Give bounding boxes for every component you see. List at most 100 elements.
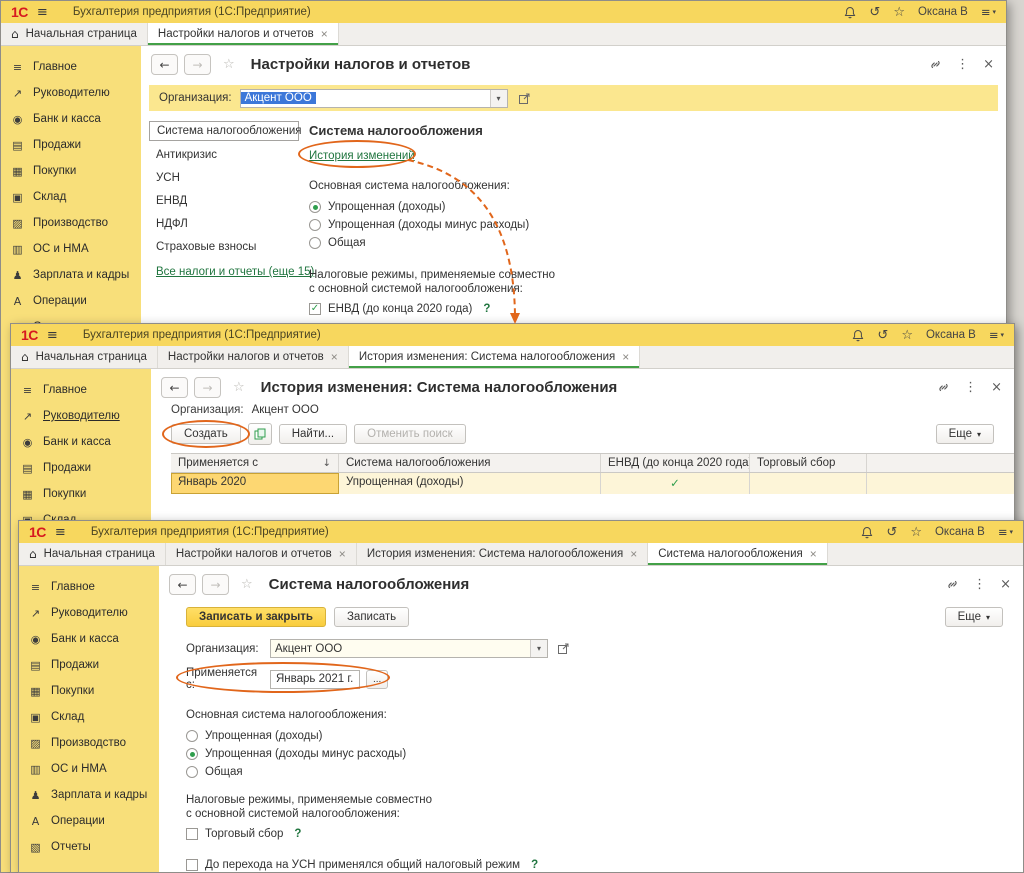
dropdown-icon[interactable]: ▾ [530,640,547,657]
tab-close-icon[interactable]: × [331,350,338,364]
close-window-icon[interactable]: × [983,57,994,72]
get-link-icon[interactable] [929,58,942,71]
sidebar-item-main[interactable]: ≡Главное [1,54,141,80]
more-dots-icon[interactable]: ⋮ [956,57,969,72]
checkbox-general-regime-before-usn[interactable]: До перехода на УСН применялся общий нало… [186,855,1023,873]
tab-tax-settings[interactable]: Настройки налогов и отчетов × [158,346,349,368]
sidebar-item-bank-cash[interactable]: ◉Банк и касса [19,626,159,652]
notifications-bell-icon[interactable] [852,329,864,342]
find-button[interactable]: Найти... [279,424,347,444]
back-button[interactable]: ← [161,377,188,398]
sidebar-item-production[interactable]: ▨Производство [1,210,141,236]
favorites-star-icon[interactable]: ☆ [893,5,905,20]
sidebar-item-sales[interactable]: ▤Продажи [11,455,151,481]
sidebar-item-manager[interactable]: ↗Руководителю [11,403,151,429]
column-tax-system[interactable]: Система налогообложения [339,454,601,472]
sidebar-item-production[interactable]: ▨Производство [19,730,159,756]
radio-general[interactable]: Общая [309,234,555,252]
user-name[interactable]: Оксана В [926,329,976,341]
open-organization-icon[interactable] [516,89,534,107]
tab-close-icon[interactable]: × [630,547,637,561]
radio-usn-income[interactable]: Упрощенная (доходы) [309,198,555,216]
forward-button[interactable]: → [194,377,221,398]
get-link-icon[interactable] [946,578,959,591]
favorites-star-icon[interactable]: ☆ [901,328,913,343]
create-by-copy-icon[interactable] [248,423,272,445]
help-icon[interactable]: ? [483,303,490,315]
tab-home[interactable]: ⌂ Начальная страница [11,346,158,368]
radio-general[interactable]: Общая [186,763,1023,781]
open-organization-icon[interactable] [554,640,572,658]
tab-tax-settings[interactable]: Настройки налогов и отчетов × [166,543,357,565]
sidebar-item-operations[interactable]: АОперации [1,288,141,314]
main-menu-icon[interactable]: ≡ [47,328,58,343]
tab-close-icon[interactable]: × [810,547,817,561]
cell-trade-fee[interactable] [750,473,867,494]
forward-button[interactable]: → [202,574,229,595]
tab-close-icon[interactable]: × [321,27,328,41]
tools-menu-icon[interactable]: ≡▾ [981,5,996,19]
main-menu-icon[interactable]: ≡ [37,5,48,20]
table-row[interactable]: Январь 2020 Упрощенная (доходы) ✓ [171,473,1014,494]
sidebar-item-main[interactable]: ≡Главное [19,574,159,600]
settings-nav-envd[interactable]: ЕНВД [149,192,299,210]
save-and-close-button[interactable]: Записать и закрыть [186,607,326,627]
cancel-search-button[interactable]: Отменить поиск [354,424,466,444]
sidebar-item-manager[interactable]: ↗Руководителю [19,600,159,626]
column-envd[interactable]: ЕНВД (до конца 2020 года) [601,454,750,472]
sidebar-item-bank-cash[interactable]: ◉Банк и касса [1,106,141,132]
dropdown-icon[interactable]: ▾ [490,90,507,107]
sidebar-item-purchases[interactable]: ▦Покупки [11,481,151,507]
sidebar-item-main[interactable]: ≡Главное [11,377,151,403]
close-window-icon[interactable]: × [1000,577,1011,592]
settings-nav-ndfl[interactable]: НДФЛ [149,215,299,233]
notifications-bell-icon[interactable] [861,526,873,539]
organization-combo[interactable]: Акцент ООО ▾ [270,639,548,658]
forward-button[interactable]: → [184,54,211,75]
sidebar-item-operations[interactable]: АОперации [19,808,159,834]
save-button[interactable]: Записать [334,607,409,627]
radio-usn-income-expenses[interactable]: Упрощенная (доходы минус расходы) [309,216,555,234]
sidebar-item-payroll-hr[interactable]: ♟Зарплата и кадры [19,782,159,808]
tab-tax-system[interactable]: Система налогообложения × [648,543,828,565]
settings-nav-insurance[interactable]: Страховые взносы [149,238,299,256]
sidebar-item-reports[interactable]: ▧Отчеты [19,834,159,860]
tab-change-history[interactable]: История изменения: Система налогообложен… [357,543,648,565]
sidebar-item-sales[interactable]: ▤Продажи [1,132,141,158]
settings-nav-usn[interactable]: УСН [149,169,299,187]
column-applies-from[interactable]: Применяется с ↓ [171,454,339,472]
tab-home[interactable]: ⌂ Начальная страница [1,23,148,45]
sidebar-item-purchases[interactable]: ▦Покупки [19,678,159,704]
cell-applies-from[interactable]: Январь 2020 [171,473,339,494]
organization-combo[interactable]: Акцент ООО ▾ [240,89,508,108]
favorite-star-icon[interactable]: ☆ [241,577,253,592]
sidebar-item-sales[interactable]: ▤Продажи [19,652,159,678]
favorite-star-icon[interactable]: ☆ [223,57,235,72]
sidebar-item-manager[interactable]: ↗Руководителю [1,80,141,106]
create-button[interactable]: Создать [171,424,241,444]
tab-tax-settings[interactable]: Настройки налогов и отчетов × [148,23,339,45]
help-icon[interactable]: ? [294,828,301,840]
sidebar-item-warehouse[interactable]: ▣Склад [1,184,141,210]
more-dots-icon[interactable]: ⋮ [973,577,986,592]
cell-envd-check-icon[interactable]: ✓ [601,473,750,494]
more-button[interactable]: Еще▾ [945,607,1003,627]
history-of-changes-link[interactable]: История изменений [309,150,415,162]
cell-tax-system[interactable]: Упрощенная (доходы) [339,473,601,494]
tab-home[interactable]: ⌂ Начальная страница [19,543,166,565]
sidebar-item-warehouse[interactable]: ▣Склад [19,704,159,730]
settings-nav-tax-system[interactable]: Система налогообложения [149,121,299,141]
radio-usn-income[interactable]: Упрощенная (доходы) [186,727,1023,745]
history-icon[interactable]: ↺ [877,328,888,343]
all-taxes-link[interactable]: Все налоги и отчеты (еще 15) [156,266,314,278]
checkbox-trade-fee[interactable]: Торговый сбор ? [186,824,1023,843]
tools-menu-icon[interactable]: ≡▾ [998,525,1013,539]
tab-close-icon[interactable]: × [339,547,346,561]
user-name[interactable]: Оксана В [935,526,985,538]
get-link-icon[interactable] [937,381,950,394]
sidebar-item-fixed-assets[interactable]: ▥ОС и НМА [19,756,159,782]
help-icon[interactable]: ? [531,859,538,871]
sidebar-item-bank-cash[interactable]: ◉Банк и касса [11,429,151,455]
column-trade-fee[interactable]: Торговый сбор [750,454,867,472]
user-name[interactable]: Оксана В [918,6,968,18]
